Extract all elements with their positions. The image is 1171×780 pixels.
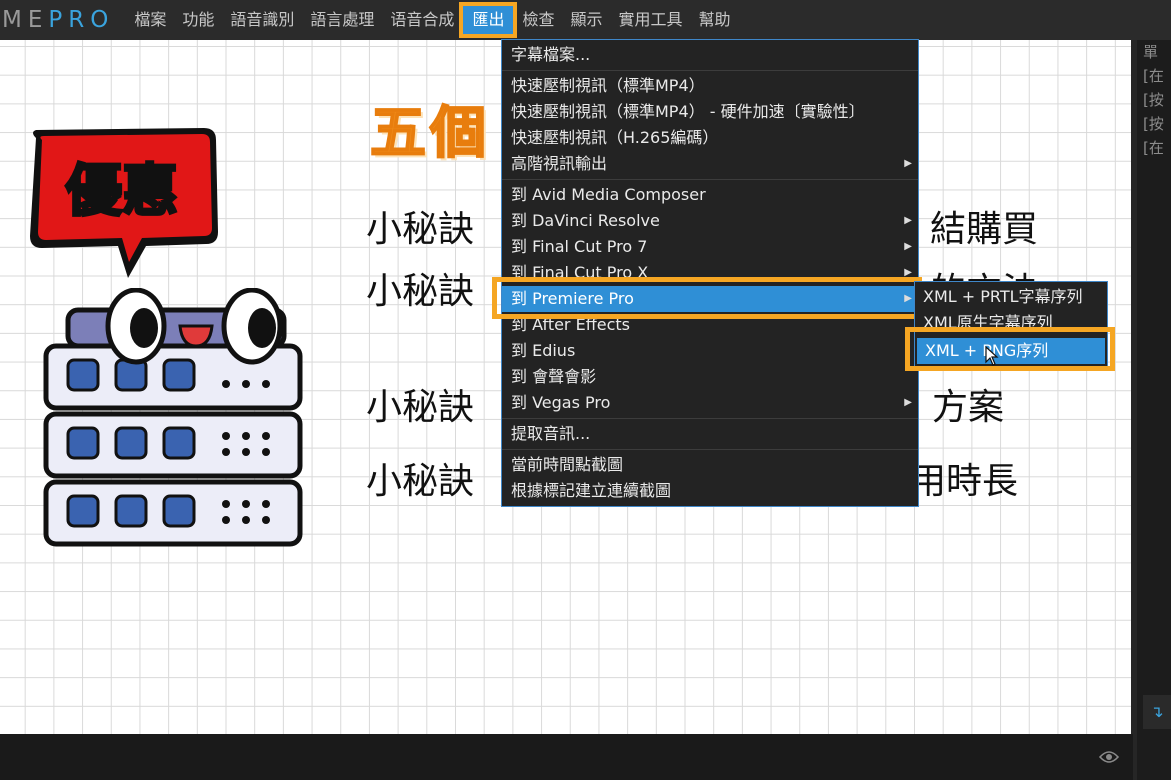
insert-arrow-icon[interactable]: ↴ — [1143, 695, 1171, 729]
submenu-arrow-icon: ▶ — [904, 158, 912, 169]
export-menu-item-label: 到 Final Cut Pro 7 — [511, 237, 648, 256]
export-menu-item-label: 到 會聲會影 — [511, 367, 597, 386]
slide-title: 五個 — [369, 100, 490, 167]
tip-3-left: 小秘訣 — [366, 387, 475, 428]
export-menu-item[interactable]: 到 Vegas Pro ▶ — [502, 390, 918, 416]
export-dropdown-menu: 字幕檔案... 快速壓制視訊（標準MP4） 快速壓制視訊（標準MP4） - 硬件加速… — [501, 39, 919, 507]
menu-function[interactable]: 功能 — [174, 5, 222, 35]
playback-bar — [0, 734, 1133, 780]
export-menu-item-label: 到 Vegas Pro — [511, 393, 611, 412]
submenu-arrow-icon: ▶ — [904, 215, 912, 226]
server-mascot-illustration — [40, 287, 310, 572]
export-menu-item-label: 提取音訊... — [511, 424, 591, 443]
tip-4-left: 小秘訣 — [366, 461, 475, 502]
export-menu-item[interactable]: 快速壓制視訊（H.265編碼） — [502, 125, 918, 151]
subtitle-line[interactable]: [按 — [1143, 112, 1171, 136]
export-menu-item-label: 到 DaVinci Resolve — [511, 211, 660, 230]
tip-4-right: 用時長 — [910, 461, 1019, 502]
tip-1-right: 結購買 — [930, 209, 1039, 250]
menu-speech-recognition[interactable]: 語音識別 — [222, 5, 302, 35]
subtitle-lines: 單 [在 [按 [按 [在 — [1137, 40, 1171, 160]
app-logo: MEPRO — [0, 7, 114, 33]
menu-separator — [502, 70, 918, 71]
subtitle-panel: 單 [在 [按 [按 [在 ↴ — [1131, 40, 1171, 780]
menu-speech-synthesis[interactable]: 语音合成 — [382, 5, 462, 35]
export-menu-item-label: 到 Avid Media Composer — [511, 185, 706, 204]
logo-pro: PRO — [48, 7, 115, 33]
export-menu-item-label: 根據標記建立連續截圖 — [511, 481, 672, 500]
export-menu-item-label: 當前時間點截圖 — [511, 455, 624, 474]
export-menu-item[interactable]: 快速壓制視訊（標準MP4） - 硬件加速〔實驗性〕 — [502, 99, 918, 125]
menu-language-processing[interactable]: 語言處理 — [302, 5, 382, 35]
export-menu-item-label: 快速壓制視訊（標準MP4） — [511, 76, 705, 95]
tip-3-right: 方案 — [932, 387, 1005, 428]
menu-view[interactable]: 顯示 — [562, 5, 610, 35]
tip-2-left: 小秘訣 — [366, 271, 475, 312]
premiere-submenu: XML + PRTL字幕序列 XML原生字幕序列 XML + PNG序列 — [914, 281, 1108, 369]
export-menu-item[interactable]: 到 DaVinci Resolve ▶ — [502, 208, 918, 234]
export-menu-item[interactable]: 快速壓制視訊（標準MP4） — [502, 73, 918, 99]
submenu-arrow-icon: ▶ — [904, 267, 912, 278]
menu-help[interactable]: 幫助 — [691, 5, 739, 35]
subtitle-line[interactable]: [在 — [1143, 136, 1171, 160]
tip-1-left: 小秘訣 — [366, 209, 475, 250]
discount-bubble: 優惠 — [22, 128, 222, 292]
submenu-item-xml-prtl[interactable]: XML + PRTL字幕序列 — [915, 284, 1107, 310]
subtitle-line[interactable]: 單 — [1143, 40, 1171, 64]
export-menu-item[interactable]: 到 Final Cut Pro X ▶ — [502, 260, 918, 286]
export-menu-item-label: 到 Premiere Pro — [511, 289, 634, 308]
menu-separator — [502, 179, 918, 180]
menu-file[interactable]: 檔案 — [126, 5, 174, 35]
export-menu-item[interactable]: 到 Edius — [502, 338, 918, 364]
export-menu-item[interactable]: 高階視訊輸出 ▶ — [502, 151, 918, 177]
export-menu-item[interactable]: 提取音訊... — [502, 421, 918, 447]
export-menu-item[interactable]: 當前時間點截圖 — [502, 452, 918, 478]
export-menu-item[interactable]: 到 Avid Media Composer — [502, 182, 918, 208]
export-menu-item-label: 到 Final Cut Pro X — [511, 263, 649, 282]
submenu-arrow-icon: ▶ — [904, 241, 912, 252]
export-menu-item[interactable]: 到 After Effects — [502, 312, 918, 338]
export-menu-item-label: 快速壓制視訊（H.265編碼） — [511, 128, 719, 147]
export-menu-item-label: 快速壓制視訊（標準MP4） - 硬件加速〔實驗性〕 — [511, 102, 865, 121]
menubar: MEPRO 檔案 功能 語音識別 語言處理 语音合成 匯出 檢查 顯示 實用工具… — [0, 0, 1171, 40]
bubble-text: 優惠 — [65, 159, 178, 224]
eye-icon[interactable] — [1099, 750, 1119, 764]
export-menu-item[interactable]: 到 會聲會影 — [502, 364, 918, 390]
export-menu-item[interactable]: 字幕檔案... — [502, 42, 918, 68]
submenu-item-xml-native[interactable]: XML原生字幕序列 — [915, 310, 1107, 336]
subtitle-line[interactable]: [在 — [1143, 64, 1171, 88]
export-menu-item[interactable]: 到 Final Cut Pro 7 ▶ — [502, 234, 918, 260]
export-menu-item[interactable]: 根據標記建立連續截圖 — [502, 478, 918, 504]
mouse-cursor-icon — [985, 346, 999, 366]
subtitle-line[interactable]: [按 — [1143, 88, 1171, 112]
menu-separator — [502, 418, 918, 419]
menu-check[interactable]: 檢查 — [514, 5, 562, 35]
menu-separator — [502, 449, 918, 450]
export-menu-item-label: 到 Edius — [511, 341, 576, 360]
menu-export[interactable]: 匯出 — [459, 2, 518, 38]
submenu-item-xml-png[interactable]: XML + PNG序列 — [917, 338, 1105, 364]
export-menu-item-label: 到 After Effects — [511, 315, 630, 334]
export-menu-item-label: 字幕檔案... — [511, 45, 591, 64]
menu-tools[interactable]: 實用工具 — [610, 5, 690, 35]
submenu-arrow-icon: ▶ — [904, 397, 912, 408]
export-menu-item[interactable]: 到 Premiere Pro ▶ — [502, 286, 918, 312]
speech-bubble-icon: 優惠 — [30, 128, 218, 278]
logo-me: ME — [2, 7, 49, 33]
export-menu-item-label: 高階視訊輸出 — [511, 154, 608, 173]
submenu-arrow-icon: ▶ — [904, 293, 912, 304]
server-icon — [43, 287, 303, 547]
